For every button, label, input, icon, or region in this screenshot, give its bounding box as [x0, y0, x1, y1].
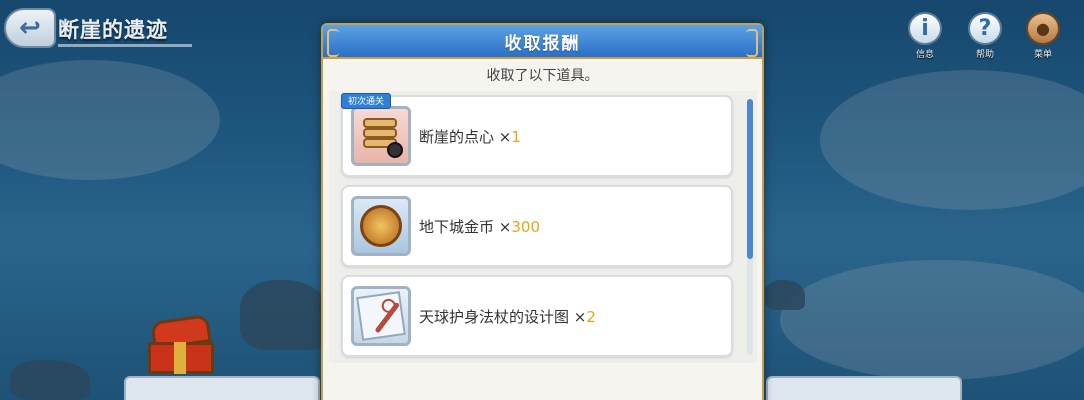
item-multiplier: ×: [498, 218, 512, 236]
item-name: 断崖的点心: [419, 128, 495, 146]
menu-button[interactable]: ● 菜单: [1024, 12, 1062, 60]
back-button[interactable]: ↩: [4, 8, 56, 48]
modal-header: 收取报酬: [323, 25, 762, 59]
scrollbar-thumb[interactable]: [747, 99, 753, 259]
item-quantity: 300: [511, 218, 541, 236]
modal-title: 收取报酬: [504, 33, 581, 54]
item-text: 天球护身法杖的设计图 ×2: [419, 306, 596, 327]
lion-coin: [360, 205, 402, 247]
first-clear-badge: 初次通关: [341, 93, 392, 109]
dessert-stack: [359, 114, 403, 158]
reward-item: 初次通关 断崖的点心 ×1: [341, 93, 733, 177]
help-label: 帮助: [975, 50, 994, 60]
help-icon: ?: [968, 12, 1002, 45]
item-multiplier: ×: [573, 308, 587, 326]
help-button[interactable]: ? 帮助: [966, 12, 1004, 60]
character-face-icon: ●: [1026, 12, 1060, 45]
item-multiplier: ×: [498, 128, 512, 146]
info-icon: i: [908, 12, 942, 45]
modal-subtitle: 收取了以下道具。: [486, 68, 599, 84]
stage-title: 断崖的遗迹: [58, 18, 168, 42]
chest-band: [174, 342, 186, 374]
reward-list[interactable]: 初次通关 断崖的点心 ×1 地下城金币 ×300 天球护身法杖的设计图 ×2: [329, 91, 757, 363]
coin-icon: [351, 196, 411, 256]
item-quantity: 2: [586, 308, 596, 326]
scroll-icon: [351, 286, 411, 346]
blueprint-paper: [356, 291, 406, 341]
treasure-chest-icon: [148, 314, 218, 376]
title-underline: [58, 44, 192, 47]
reward-modal: 收取报酬 收取了以下道具。 初次通关 断崖的点心 ×1 地下城金币 ×300 天…: [321, 23, 764, 400]
item-quantity: 1: [511, 128, 521, 146]
item-name: 天球护身法杖的设计图: [419, 308, 570, 326]
item-text: 地下城金币 ×300: [419, 216, 540, 237]
info-button[interactable]: i 信息: [906, 12, 944, 60]
dessert-icon: [351, 106, 411, 166]
scrollbar[interactable]: [747, 99, 753, 355]
background-panel: [766, 376, 962, 400]
item-name: 地下城金币: [419, 218, 495, 236]
item-text: 断崖的点心 ×1: [419, 126, 521, 147]
info-label: 信息: [915, 50, 934, 60]
back-arrow-icon: ↩: [19, 13, 41, 43]
reward-item: 地下城金币 ×300: [341, 185, 733, 267]
reward-item: 天球护身法杖的设计图 ×2: [341, 275, 733, 357]
menu-label: 菜单: [1033, 50, 1052, 60]
background-panel: [124, 376, 320, 400]
